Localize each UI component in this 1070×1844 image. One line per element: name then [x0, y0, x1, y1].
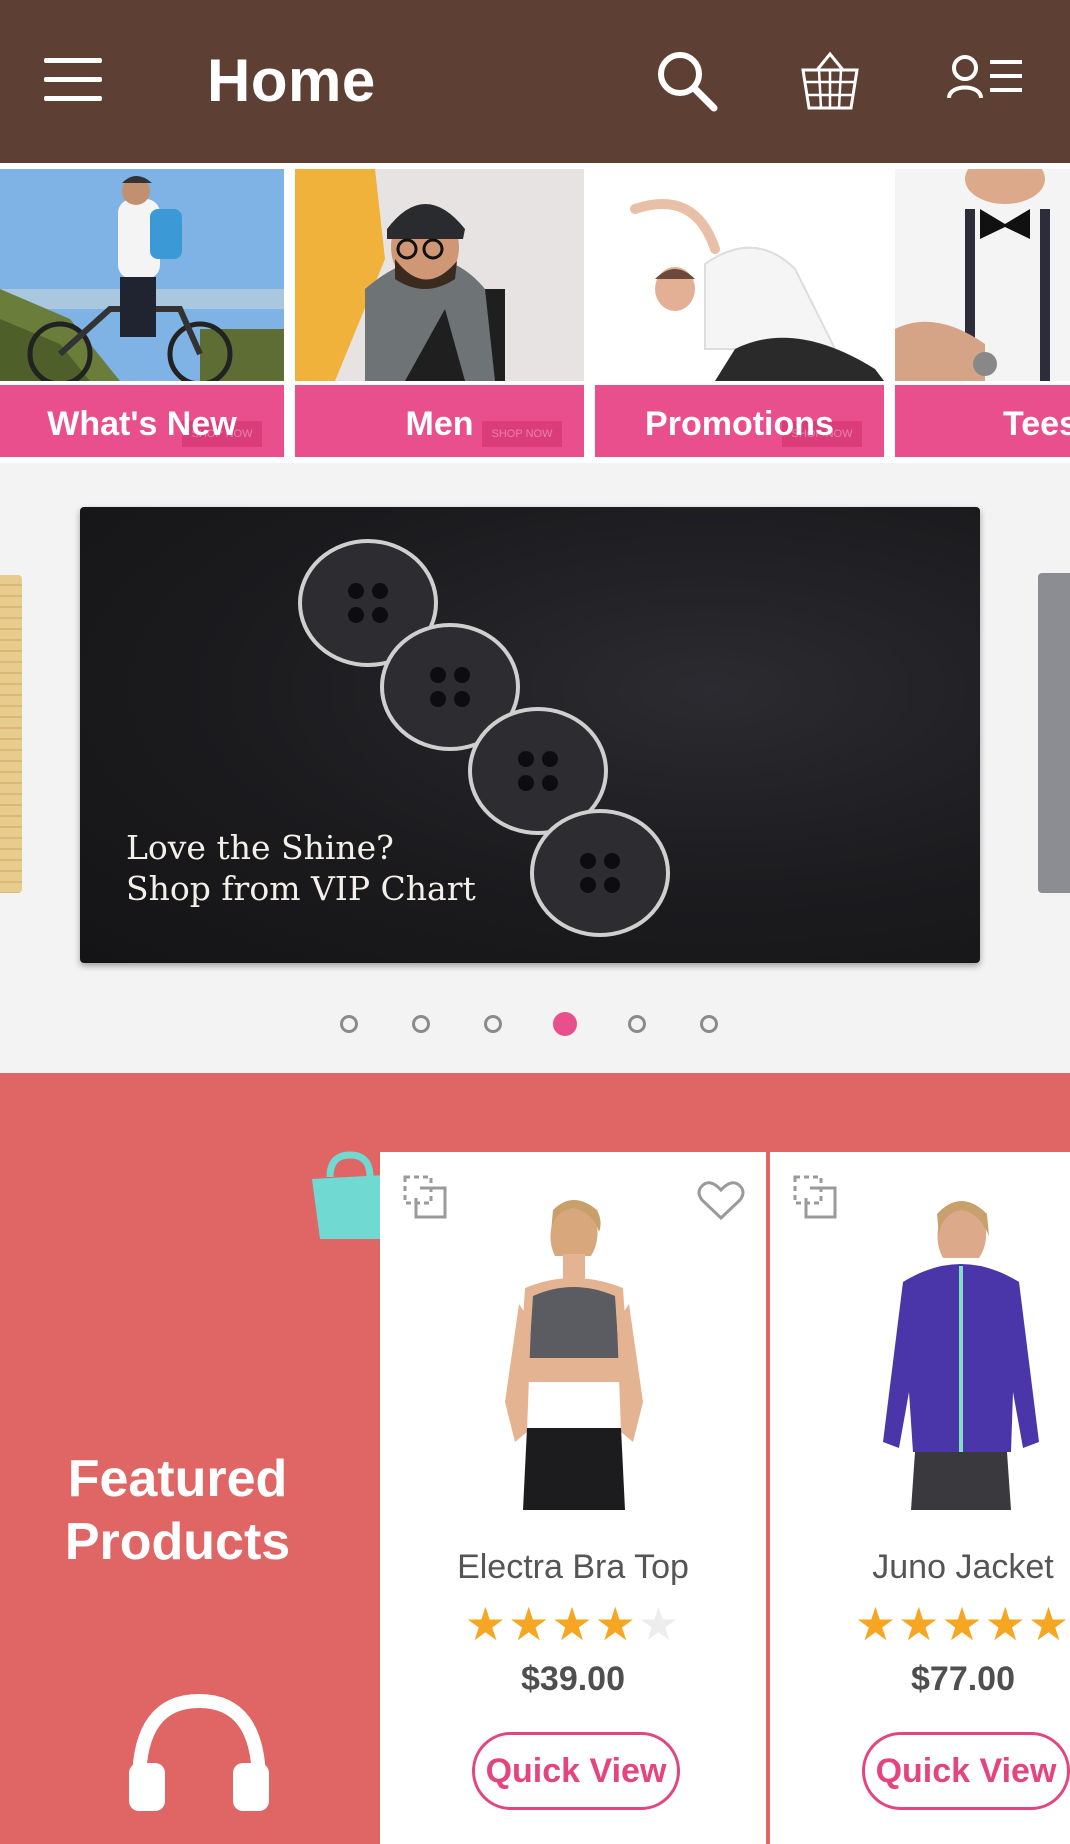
carousel-pagination: [0, 1012, 1070, 1041]
rating-stars: ★★★★★: [770, 1599, 1070, 1649]
shopping-bag-icon: [312, 1151, 388, 1239]
category-label: Promotions: [645, 405, 834, 443]
carousel-dot-2[interactable]: [412, 1015, 430, 1033]
product-card[interactable]: Juno Jacket ★★★★★ $77.00 Quick View: [770, 1152, 1070, 1844]
compare-icon[interactable]: [792, 1174, 838, 1220]
whats-new-photo: [0, 169, 284, 381]
product-name[interactable]: Electra Bra Top: [380, 1548, 766, 1587]
next-slide-peek[interactable]: [1038, 573, 1070, 893]
app-bar: Home: [0, 0, 1070, 163]
category-strip: SHOP NOW What's New SHOP NOW Men SHOP NO…: [0, 163, 1070, 463]
category-label: What's New: [47, 405, 237, 443]
category-label: Men: [405, 405, 474, 443]
previous-slide-peek[interactable]: [0, 575, 22, 893]
star-icon: ★: [854, 1598, 899, 1650]
compare-icon[interactable]: [402, 1174, 448, 1220]
product-price: $77.00: [911, 1660, 1015, 1698]
quick-view-button[interactable]: Quick View: [862, 1732, 1070, 1810]
product-image-electra-bra-top: [505, 1200, 643, 1510]
star-icon: ★: [594, 1598, 638, 1650]
banner-carousel[interactable]: Love the Shine? Shop from VIP Chart: [0, 463, 1070, 1073]
category-tile-whats-new[interactable]: SHOP NOW What's New: [0, 169, 284, 459]
menu-icon[interactable]: [44, 58, 102, 102]
search-icon[interactable]: [654, 48, 720, 114]
carousel-dot-3[interactable]: [484, 1015, 502, 1033]
star-icon: ★: [551, 1598, 595, 1650]
heart-icon[interactable]: [696, 1178, 746, 1222]
star-empty-icon: ★: [637, 1598, 682, 1650]
product-image-juno-jacket: [883, 1201, 1039, 1510]
featured-products-section: Featured Products Electra Bra Top ★★★★★: [0, 1073, 1070, 1844]
star-icon: ★: [984, 1598, 1028, 1650]
star-icon: ★: [464, 1598, 509, 1650]
basket-icon[interactable]: [797, 48, 863, 114]
account-menu-icon[interactable]: [946, 48, 1026, 114]
star-icon: ★: [508, 1598, 552, 1650]
banner-caption: Love the Shine? Shop from VIP Chart: [126, 828, 476, 908]
tees-photo: [895, 169, 1070, 381]
quick-view-button[interactable]: Quick View: [472, 1732, 680, 1810]
category-label: Tees: [1003, 405, 1070, 443]
product-price: $39.00: [521, 1660, 625, 1698]
banner-slide[interactable]: Love the Shine? Shop from VIP Chart: [80, 507, 980, 963]
rating-stars: ★★★★★: [380, 1599, 766, 1649]
product-card[interactable]: Electra Bra Top ★★★★★ $39.00 Quick View: [380, 1152, 766, 1844]
category-tile-promotions[interactable]: SHOP NOW Promotions: [595, 169, 884, 459]
star-icon: ★: [941, 1598, 985, 1650]
featured-heading: Featured Products: [64, 1450, 291, 1571]
carousel-dot-4[interactable]: [553, 1012, 577, 1036]
category-tile-tees[interactable]: Tees: [895, 169, 1070, 459]
category-tile-men[interactable]: SHOP NOW Men: [295, 169, 584, 459]
product-name[interactable]: Juno Jacket: [770, 1548, 1070, 1587]
carousel-dot-1[interactable]: [340, 1015, 358, 1033]
carousel-dot-6[interactable]: [700, 1015, 718, 1033]
star-icon: ★: [1027, 1598, 1070, 1650]
men-photo: [295, 169, 584, 381]
star-icon: ★: [898, 1598, 942, 1650]
page-title: Home: [207, 47, 376, 114]
promotions-photo: [595, 169, 884, 381]
headphones-icon: [129, 1693, 269, 1813]
carousel-dot-5[interactable]: [628, 1015, 646, 1033]
